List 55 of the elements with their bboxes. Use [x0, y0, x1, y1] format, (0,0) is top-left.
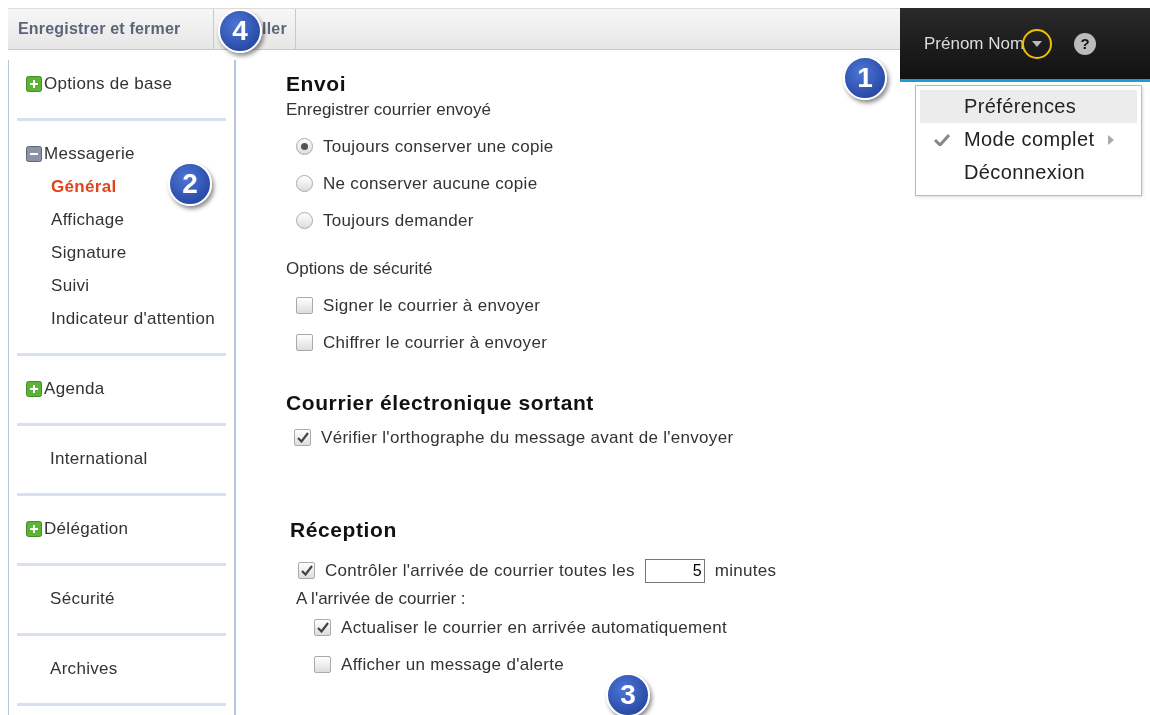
section-heading: Envoi	[286, 72, 347, 96]
checkbox[interactable]	[314, 656, 331, 673]
toolbar-button[interactable]: Enregistrer et fermer	[8, 9, 214, 49]
minutes-field[interactable]: 5	[644, 558, 705, 583]
sidebar-subitem[interactable]: Suivi	[51, 276, 90, 296]
radio-button[interactable]	[296, 212, 313, 229]
radio-button[interactable]	[296, 175, 313, 192]
sidebar-item[interactable]: Options de base	[44, 74, 173, 94]
sidebar-item[interactable]: Archives	[26, 659, 118, 679]
option-label: Chiffrer le courrier à envoyer	[323, 332, 548, 353]
group-label: Options de sécurité	[286, 259, 433, 279]
sidebar-item[interactable]: Délégation	[44, 519, 129, 539]
sidebar-subitem[interactable]: Signature	[51, 243, 127, 263]
menu-item[interactable]: Mode complet	[920, 123, 1137, 156]
group-label: A l'arrivée de courrier :	[295, 589, 466, 609]
option-label: Toujours conserver une copie	[323, 136, 554, 157]
checkbox[interactable]	[294, 429, 311, 446]
menu-item[interactable]: Déconnexion	[920, 156, 1137, 189]
menu-item[interactable]: Préférences	[920, 90, 1137, 123]
highlight-ring	[1022, 28, 1053, 59]
radio-button[interactable]	[296, 138, 313, 155]
checkbox[interactable]	[298, 562, 315, 579]
sidebar-item[interactable]: International	[26, 449, 148, 469]
option-label: Ne conserver aucune copie	[323, 173, 538, 194]
help-icon[interactable]: ?	[1074, 32, 1097, 55]
expand-icon[interactable]	[26, 381, 42, 397]
sidebar-item[interactable]: Sécurité	[26, 589, 115, 609]
option-label: Actualiser le courrier en arrivée automatiquement	[341, 617, 728, 638]
section-heading: Réception	[290, 518, 397, 542]
expand-icon[interactable]	[26, 76, 42, 92]
toolbar-button[interactable]: ller	[262, 9, 296, 49]
sidebar-subitem[interactable]: Affichage	[51, 210, 125, 230]
expand-icon[interactable]	[26, 521, 42, 537]
option-label: Signer le courrier à envoyer	[323, 295, 541, 316]
option-label: Contrôler l'arrivée de courrier toutes les	[325, 560, 635, 581]
dropdown-button[interactable]	[1022, 28, 1053, 59]
section-heading: Courrier électronique sortant	[286, 391, 594, 415]
unit-label: minutes	[714, 560, 777, 581]
option-label: Toujours demander	[323, 210, 474, 231]
sidebar-item[interactable]: Messagerie	[44, 144, 135, 164]
group-label: Enregistrer courrier envoyé	[286, 100, 492, 120]
checkbox[interactable]	[296, 334, 313, 351]
caret-icon	[1032, 40, 1043, 47]
collapse-icon[interactable]	[26, 146, 42, 162]
sidebar-subitem[interactable]: Indicateur d'attention	[51, 309, 215, 329]
callout-badge: 2	[168, 162, 212, 206]
checkbox[interactable]	[296, 297, 313, 314]
sidebar-subitem[interactable]: Général	[51, 177, 117, 197]
user-name[interactable]: Prénom Nom	[924, 33, 1025, 54]
callout-badge: 1	[843, 56, 887, 100]
option-label: Vérifier l'orthographe du message avant de l'envoyer	[321, 427, 734, 448]
option-label: Afficher un message d'alerte	[341, 654, 564, 675]
callout-badge: 3	[606, 673, 650, 715]
sidebar-item[interactable]: Agenda	[44, 379, 105, 399]
checkbox[interactable]	[314, 619, 331, 636]
